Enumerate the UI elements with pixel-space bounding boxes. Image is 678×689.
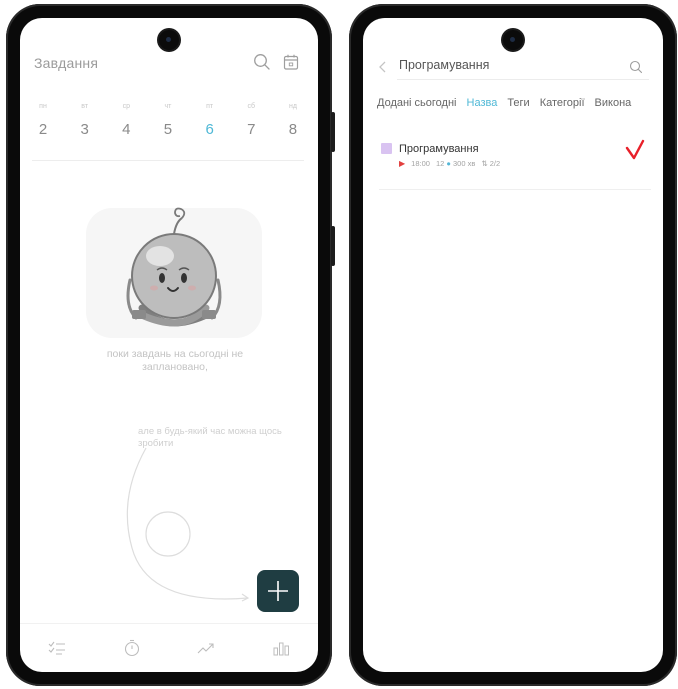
day-name: пт xyxy=(206,103,214,110)
day-number: 5 xyxy=(163,121,173,138)
day-item[interactable]: нд 8 xyxy=(278,103,308,153)
day-name: ср xyxy=(122,103,131,110)
screen-left: Завдання пн 2 вт 3 ср 4 чт 5 пт 6 сб 7 н… xyxy=(20,18,318,672)
tab-tasks[interactable] xyxy=(45,636,69,660)
day-item[interactable]: ср 4 xyxy=(111,103,141,153)
day-number: 3 xyxy=(80,121,89,138)
search-underline xyxy=(397,79,649,80)
day-item[interactable]: чт 5 xyxy=(153,103,183,153)
search-icon[interactable] xyxy=(629,60,643,74)
tab-added-today[interactable]: Додані сьогодні xyxy=(377,97,457,109)
bottom-tab-bar xyxy=(20,623,318,672)
play-icon: ▶ xyxy=(399,159,406,168)
day-item[interactable]: пн 2 xyxy=(28,103,58,153)
day-number: 6 xyxy=(205,121,214,138)
day-name: сб xyxy=(247,103,256,110)
task-progress-group: ⇅ 2/2 xyxy=(481,159,500,168)
progress-icon: ⇅ xyxy=(481,159,488,168)
tab-timer[interactable] xyxy=(120,636,144,660)
day-name: вт xyxy=(81,103,89,110)
day-name: чт xyxy=(164,103,172,110)
tab-stats[interactable] xyxy=(269,636,293,660)
day-number: 8 xyxy=(288,121,298,138)
timer-dot-icon: ● xyxy=(446,159,451,168)
back-icon[interactable] xyxy=(377,60,389,74)
week-strip: пн 2 вт 3 ср 4 чт 5 пт 6 сб 7 нд 8 xyxy=(28,103,308,153)
trend-icon xyxy=(197,643,214,654)
tab-name[interactable]: Назва xyxy=(467,97,498,109)
search-icon[interactable] xyxy=(253,53,271,71)
day-number: 7 xyxy=(247,121,256,138)
task-color-swatch xyxy=(381,143,392,154)
side-button xyxy=(331,226,335,266)
add-task-button[interactable] xyxy=(257,570,299,612)
phone-right: Програмування Додані сьогодні Назва Теги… xyxy=(349,4,677,686)
empty-state-message: поки завдань на сьогодні не заплановано, xyxy=(106,348,244,373)
day-item[interactable]: сб 7 xyxy=(236,103,266,153)
task-repeat-count: 12 xyxy=(435,159,445,168)
check-icon[interactable] xyxy=(624,139,646,161)
day-name: нд xyxy=(288,103,297,110)
plus-icon xyxy=(268,581,288,601)
tab-categories[interactable]: Категорії xyxy=(540,97,585,109)
search-query[interactable]: Програмування xyxy=(399,58,489,72)
tab-completed[interactable]: Викона xyxy=(595,97,632,109)
divider xyxy=(32,160,304,161)
phone-left: Завдання пн 2 вт 3 ср 4 чт 5 пт 6 сб 7 н… xyxy=(6,4,335,686)
task-item[interactable]: Програмування ▶ 18:00 12 ● 300 хв ⇅ 2/2 xyxy=(379,139,651,190)
day-name: пн xyxy=(39,103,47,110)
tab-trend[interactable] xyxy=(194,636,218,660)
camera xyxy=(159,30,179,50)
tasks-icon xyxy=(48,641,66,655)
page-title: Завдання xyxy=(34,55,99,71)
timer-icon xyxy=(124,639,139,657)
task-meta: ▶ 18:00 12 ● 300 хв ⇅ 2/2 xyxy=(399,159,500,168)
screen-right: Програмування Додані сьогодні Назва Теги… xyxy=(363,18,663,672)
calendar-icon[interactable] xyxy=(282,53,300,71)
tab-tags[interactable]: Теги xyxy=(507,97,529,109)
task-time: 18:00 xyxy=(411,159,430,168)
task-duration-group: 12 ● 300 хв xyxy=(436,159,475,168)
filter-tabs: Додані сьогодні Назва Теги Категорії Вик… xyxy=(377,97,631,109)
day-number: 4 xyxy=(122,121,131,138)
mascot-illustration xyxy=(86,207,262,338)
side-button xyxy=(331,112,335,152)
task-duration: 300 хв xyxy=(453,159,476,168)
task-title: Програмування xyxy=(399,143,479,155)
stats-icon xyxy=(273,642,289,656)
camera xyxy=(503,30,523,50)
day-number: 2 xyxy=(38,121,48,138)
day-item-selected[interactable]: пт 6 xyxy=(195,103,225,153)
task-progress: 2/2 xyxy=(489,159,501,168)
day-item[interactable]: вт 3 xyxy=(70,103,100,153)
